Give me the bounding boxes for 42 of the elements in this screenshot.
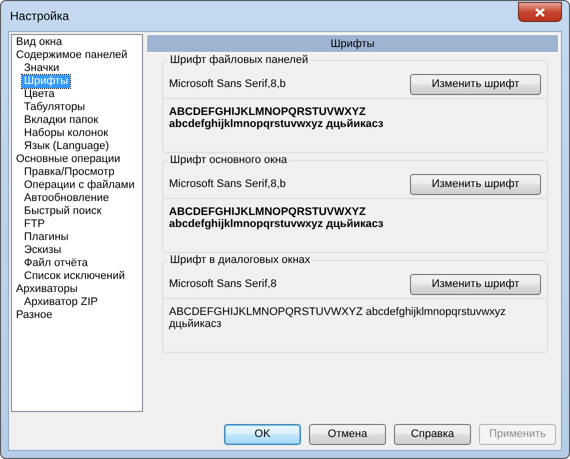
change-font-button[interactable]: Изменить шрифт (410, 274, 541, 295)
tree-item[interactable]: Табуляторы (22, 101, 88, 114)
tree-item[interactable]: Операции с файлами (22, 179, 137, 192)
tree-item[interactable]: Плагины (22, 231, 71, 244)
tree-item[interactable]: Правка/Просмотр (22, 166, 116, 179)
font-name: Microsoft Sans Serif,8,b (169, 178, 286, 191)
group-title: Шрифт основного окна (168, 154, 290, 167)
tree-item[interactable]: Архиваторы (14, 283, 80, 296)
font-name: Microsoft Sans Serif,8,b (169, 78, 286, 91)
tree-item[interactable]: Эскизы (22, 244, 64, 257)
tree-item[interactable]: Быстрый поиск (22, 205, 104, 218)
tree-item[interactable]: Список исключений (22, 270, 127, 283)
panel-header: Шрифты (146, 34, 559, 53)
tree-item[interactable]: Цвета (22, 88, 57, 101)
tree-item[interactable]: Содержимое панелей (14, 49, 130, 62)
dialog-button[interactable]: OK (224, 424, 301, 445)
tree-item[interactable]: Архиватор ZIP (22, 296, 100, 309)
tree-item[interactable]: Язык (Language) (22, 140, 112, 153)
dialog-button[interactable]: Справка (394, 424, 471, 445)
tree-item[interactable]: Файл отчёта (22, 257, 90, 270)
dialog-button[interactable]: Отмена (309, 424, 386, 445)
group-title: Шрифт в диалоговых окнах (168, 254, 312, 267)
tree-item[interactable]: Наборы колонок (22, 127, 110, 140)
tree-item[interactable]: Значки (22, 62, 62, 75)
close-icon (535, 8, 545, 16)
group-title: Шрифт файловых панелей (168, 54, 310, 67)
close-button[interactable] (518, 2, 562, 22)
change-font-button[interactable]: Изменить шрифт (410, 174, 541, 195)
font-sample-text: abcdefghijklmnopqrstuvwxyz дцьйикасз (169, 118, 384, 130)
window-title: Настройка (9, 10, 70, 22)
tree-item[interactable]: Вид окна (14, 36, 64, 49)
font-sample-text: ABCDEFGHIJKLMNOPQRSTUVWXYZ (169, 206, 367, 218)
font-sample-text: ABCDEFGHIJKLMNOPQRSTUVWXYZ abcdefghijklmnopqrstuvwxyz дцьйикасз (169, 306, 507, 330)
tree-item[interactable]: Вкладки папок (22, 114, 100, 127)
change-font-button[interactable]: Изменить шрифт (410, 74, 541, 95)
tree-item[interactable]: Основные операции (14, 153, 122, 166)
font-sample-text: abcdefghijklmnopqrstuvwxyz дцьйикасз (169, 218, 384, 230)
font-sample-text: ABCDEFGHIJKLMNOPQRSTUVWXYZ (169, 106, 367, 118)
font-name: Microsoft Sans Serif,8 (169, 278, 277, 291)
tree-item[interactable]: Автообновление (22, 192, 112, 205)
tree-item[interactable]: FTP (22, 218, 47, 231)
tree-item[interactable]: Разное (14, 309, 54, 322)
